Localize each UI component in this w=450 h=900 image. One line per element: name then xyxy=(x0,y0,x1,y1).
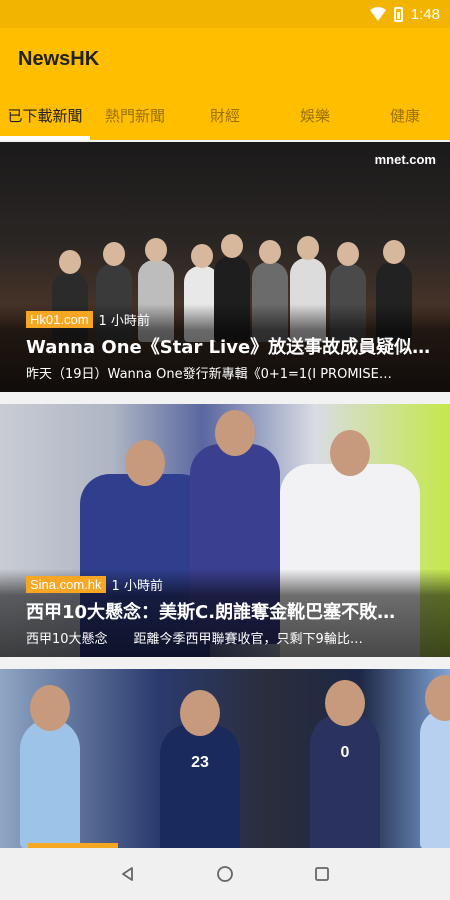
tab-bar: 已下載新聞 熱門新聞 財經 娛樂 健康 xyxy=(0,90,450,140)
summary: 西甲10大懸念 距離今季西甲聯賽收官，只剩下9輪比… xyxy=(26,632,363,647)
mnet-watermark: mnet.com xyxy=(374,152,436,167)
recents-icon[interactable] xyxy=(312,864,332,884)
tab-downloaded-news[interactable]: 已下載新聞 xyxy=(0,90,90,140)
wifi-icon xyxy=(369,7,386,21)
summary: 昨天（19日）Wanna One發行新專輯《0+1=1(I PROMISE… xyxy=(26,367,392,382)
tab-finance[interactable]: 財經 xyxy=(180,90,270,140)
status-bar: 1:48 xyxy=(0,0,450,28)
news-card[interactable]: 23 0 xyxy=(0,669,450,849)
status-time: 1:48 xyxy=(410,5,440,23)
news-feed: mnet.com Hk01.com 1 小時前 Wanna One《Star L… xyxy=(0,142,450,849)
source-badge: Sina.com.hk xyxy=(26,576,106,593)
card-caption: Hk01.com 1 小時前 Wanna One《Star Live》放送事故成… xyxy=(0,304,450,392)
player-figure: 23 xyxy=(160,690,240,849)
source-badge: Hk01.com xyxy=(26,311,93,328)
time-ago: 1 小時前 xyxy=(111,579,163,594)
tab-hot-news[interactable]: 熱門新聞 xyxy=(90,90,180,140)
jersey-number: 23 xyxy=(191,754,209,771)
app-title: NewsHK xyxy=(18,47,100,70)
tab-entertainment[interactable]: 娛樂 xyxy=(270,90,360,140)
card-image: 23 0 xyxy=(0,669,450,849)
player-figure xyxy=(420,675,450,849)
tab-health[interactable]: 健康 xyxy=(360,90,450,140)
back-icon[interactable] xyxy=(118,864,138,884)
card-caption: Sina.com.hk 1 小時前 西甲10大懸念：美斯C.朗誰奪金靴巴塞不敗…… xyxy=(0,569,450,657)
system-nav-bar xyxy=(0,848,450,900)
headline: 西甲10大懸念：美斯C.朗誰奪金靴巴塞不敗… xyxy=(26,602,396,623)
time-ago: 1 小時前 xyxy=(98,314,150,329)
news-card[interactable]: mnet.com Hk01.com 1 小時前 Wanna One《Star L… xyxy=(0,142,450,392)
news-card[interactable]: Sina.com.hk 1 小時前 西甲10大懸念：美斯C.朗誰奪金靴巴塞不敗…… xyxy=(0,404,450,657)
battery-icon xyxy=(393,6,403,22)
player-figure xyxy=(20,685,80,849)
player-figure: 0 xyxy=(310,680,380,849)
app-bar: NewsHK xyxy=(0,28,450,90)
home-icon[interactable] xyxy=(215,864,235,884)
jersey-number: 0 xyxy=(340,744,350,761)
headline: Wanna One《Star Live》放送事故成員疑似… xyxy=(26,337,431,358)
